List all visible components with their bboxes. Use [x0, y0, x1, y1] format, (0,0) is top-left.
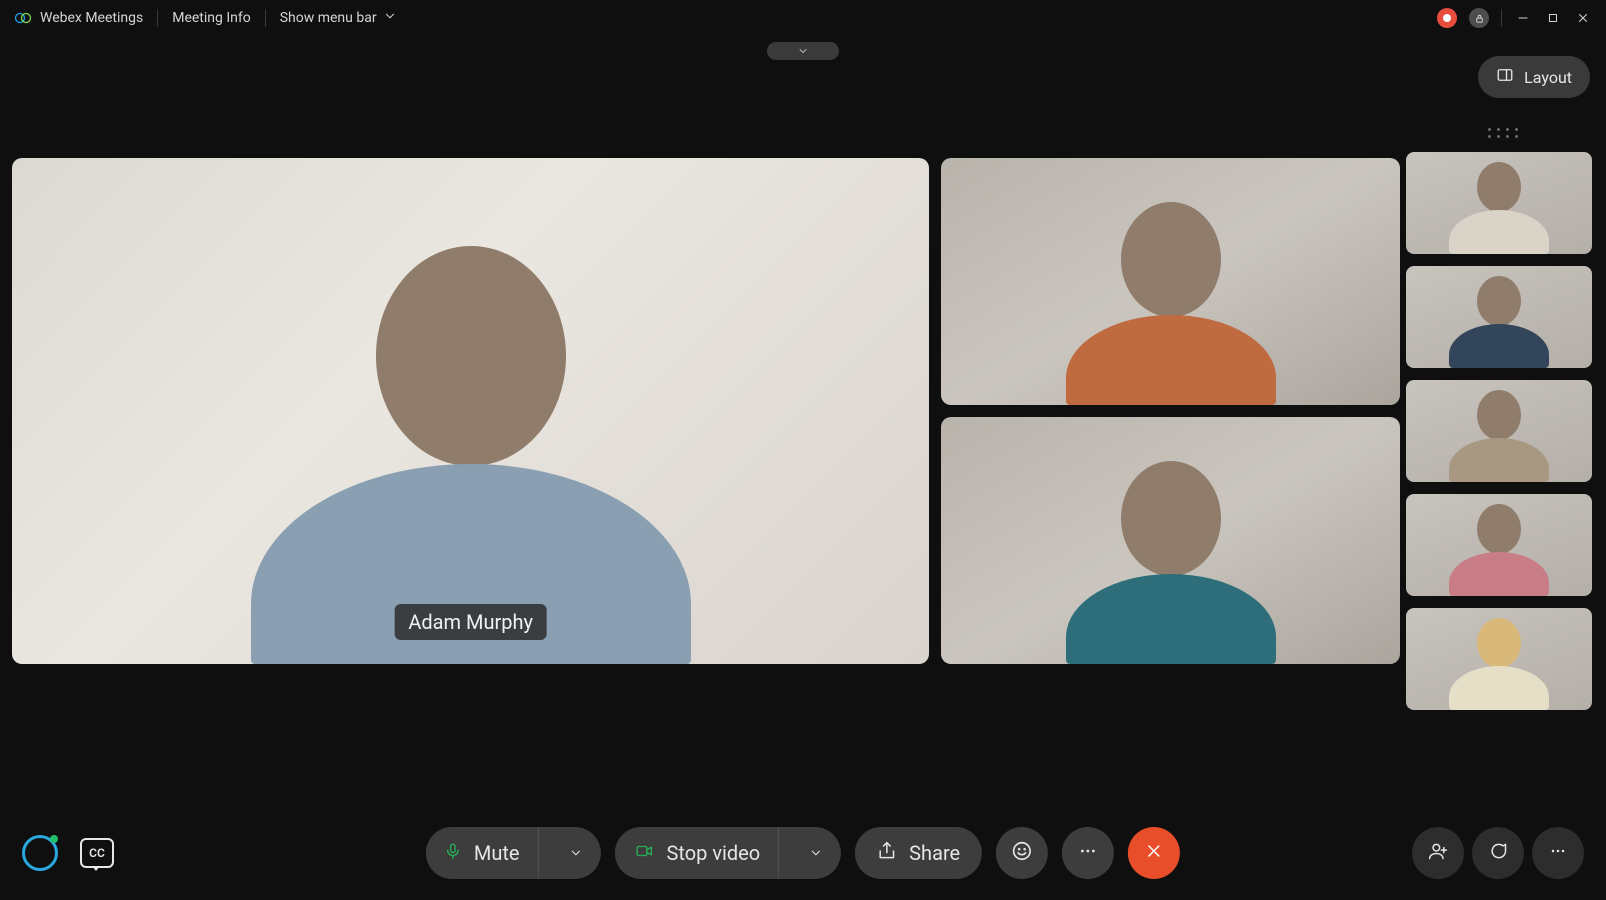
person-placeholder-icon: [1449, 276, 1549, 368]
window-maximize-button[interactable]: [1544, 9, 1562, 27]
video-main-segment[interactable]: Stop video: [615, 827, 780, 879]
window-close-button[interactable]: [1574, 9, 1592, 27]
person-placeholder-icon: [251, 236, 691, 664]
bottom-right-controls: [1412, 827, 1584, 879]
video-camera-icon: [633, 841, 655, 865]
participant-name-overlay: Adam Murphy: [394, 604, 547, 640]
cc-label: CC: [89, 846, 105, 860]
expand-toolbar-button[interactable]: [767, 42, 839, 60]
webex-logo-icon: [14, 9, 32, 27]
participants-panel-button[interactable]: [1412, 827, 1464, 879]
video-stage: Adam Murphy: [12, 158, 1400, 664]
person-placeholder-icon: [1066, 461, 1276, 664]
video-thumbnail[interactable]: [1406, 380, 1592, 482]
layout-button[interactable]: Layout: [1478, 56, 1590, 98]
divider: [265, 9, 266, 27]
video-tile-main[interactable]: Adam Murphy: [12, 158, 929, 664]
meeting-info-link[interactable]: Meeting Info: [172, 10, 251, 26]
smile-icon: [1011, 840, 1033, 866]
video-thumbnail[interactable]: [1406, 494, 1592, 596]
video-thumbnail[interactable]: [1406, 152, 1592, 254]
app-name: Webex Meetings: [40, 10, 143, 26]
top-bar-left: Webex Meetings Meeting Info Show menu ba…: [14, 9, 397, 27]
mute-label: Mute: [474, 841, 520, 865]
person-placeholder-icon: [1449, 504, 1549, 596]
microphone-icon: [444, 840, 462, 867]
participants-icon: [1428, 841, 1448, 865]
stop-video-label: Stop video: [667, 841, 761, 865]
video-tile[interactable]: [941, 417, 1400, 664]
chevron-down-icon: [383, 9, 397, 27]
bottom-left-controls: CC: [22, 835, 114, 871]
divider: [1501, 9, 1502, 27]
person-placeholder-icon: [1066, 202, 1276, 405]
app-brand: Webex Meetings: [14, 9, 143, 27]
video-tile[interactable]: [941, 158, 1400, 405]
window-minimize-button[interactable]: [1514, 9, 1532, 27]
chevron-down-icon: [809, 841, 823, 865]
participant-sidebar: [1406, 152, 1592, 710]
video-mid-column: [941, 158, 1400, 664]
show-menu-bar-dropdown[interactable]: Show menu bar: [280, 9, 397, 27]
mute-button[interactable]: Mute: [426, 827, 601, 879]
chevron-down-icon: [569, 841, 583, 865]
lock-icon[interactable]: [1469, 8, 1489, 28]
close-icon: [1144, 841, 1164, 865]
layout-icon: [1496, 66, 1514, 88]
sidebar-drag-handle[interactable]: [1488, 128, 1518, 138]
panel-options-button[interactable]: [1532, 827, 1584, 879]
share-button[interactable]: Share: [855, 827, 982, 879]
share-label: Share: [909, 841, 960, 865]
closed-captions-button[interactable]: CC: [80, 838, 114, 868]
recording-indicator-icon[interactable]: [1437, 8, 1457, 28]
top-bar-right: [1437, 8, 1592, 28]
more-horizontal-icon: [1548, 841, 1568, 865]
end-call-button[interactable]: [1128, 827, 1180, 879]
divider: [157, 9, 158, 27]
bottom-center-controls: Mute Stop video: [426, 827, 1180, 879]
chevron-down-icon: [795, 42, 811, 61]
chat-icon: [1488, 841, 1508, 865]
person-placeholder-icon: [1449, 162, 1549, 254]
reactions-button[interactable]: [996, 827, 1048, 879]
ai-assistant-button[interactable]: [22, 835, 58, 871]
video-thumbnail[interactable]: [1406, 266, 1592, 368]
top-bar: Webex Meetings Meeting Info Show menu ba…: [0, 0, 1606, 36]
video-thumbnail[interactable]: [1406, 608, 1592, 710]
bottom-control-bar: CC Mute Stop video: [0, 824, 1606, 882]
share-icon: [877, 841, 897, 866]
meeting-info-label: Meeting Info: [172, 10, 251, 26]
show-menu-label: Show menu bar: [280, 10, 377, 26]
video-dropdown-segment[interactable]: [791, 827, 841, 879]
mute-dropdown-segment[interactable]: [551, 827, 601, 879]
mute-main-segment[interactable]: Mute: [426, 827, 539, 879]
more-horizontal-icon: [1077, 840, 1099, 866]
layout-label: Layout: [1524, 68, 1572, 87]
stop-video-button[interactable]: Stop video: [615, 827, 842, 879]
person-placeholder-icon: [1449, 390, 1549, 482]
chat-panel-button[interactable]: [1472, 827, 1524, 879]
participant-name: Adam Murphy: [408, 610, 533, 634]
person-placeholder-icon: [1449, 618, 1549, 710]
more-options-button[interactable]: [1062, 827, 1114, 879]
